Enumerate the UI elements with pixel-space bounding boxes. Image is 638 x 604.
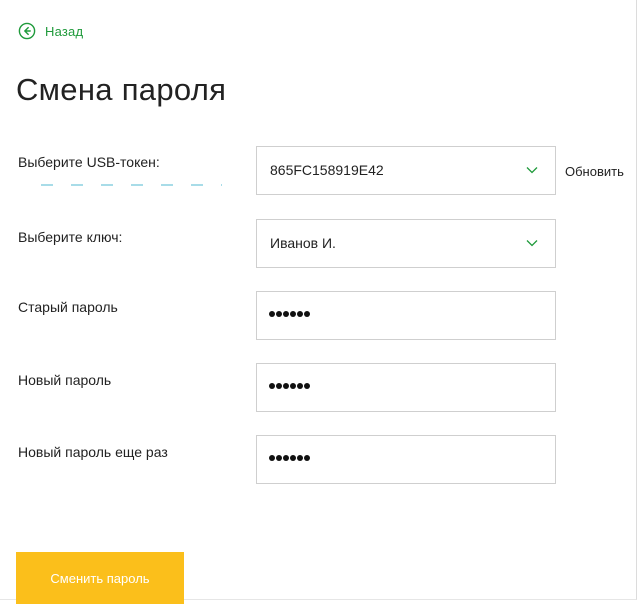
arrow-left-circle-icon — [18, 22, 36, 40]
password-dot — [290, 311, 296, 317]
password-dot — [269, 455, 275, 461]
password-dot — [276, 455, 282, 461]
page-title: Смена пароля — [16, 72, 227, 107]
password-change-panel: Назад Смена пароля Выберите USB-токен: 8… — [0, 0, 637, 604]
change-password-button[interactable]: Сменить пароль — [16, 552, 184, 604]
password-dot — [290, 383, 296, 389]
password-dot — [304, 311, 310, 317]
token-select[interactable]: 865FC158919E42 — [256, 146, 556, 195]
password-dot — [290, 455, 296, 461]
password-dot — [297, 455, 303, 461]
back-label: Назад — [45, 23, 84, 39]
masked-password — [269, 455, 310, 461]
password-dot — [283, 455, 289, 461]
password-dot — [269, 311, 275, 317]
password-dot — [304, 383, 310, 389]
key-label: Выберите ключ: — [18, 229, 123, 245]
masked-password — [269, 383, 310, 389]
key-select-value: Иванов И. — [270, 235, 336, 251]
password-dot — [283, 383, 289, 389]
new-password-repeat-label: Новый пароль еще раз — [18, 444, 168, 460]
password-dot — [297, 383, 303, 389]
new-password-field[interactable] — [256, 363, 556, 412]
chevron-down-icon — [526, 167, 538, 174]
masked-password — [269, 311, 310, 317]
token-label: Выберите USB-токен: — [18, 154, 160, 170]
password-dot — [304, 455, 310, 461]
token-select-value: 865FC158919E42 — [270, 162, 384, 178]
password-dot — [283, 311, 289, 317]
password-dot — [276, 383, 282, 389]
key-select[interactable]: Иванов И. — [256, 219, 556, 268]
new-password-repeat-field[interactable] — [256, 435, 556, 484]
back-link[interactable]: Назад — [18, 22, 83, 40]
old-password-label: Старый пароль — [18, 299, 118, 315]
refresh-button[interactable]: Обновить — [565, 164, 624, 179]
password-dot — [297, 311, 303, 317]
password-dot — [276, 311, 282, 317]
old-password-field[interactable] — [256, 291, 556, 340]
chevron-down-icon — [526, 240, 538, 247]
new-password-label: Новый пароль — [18, 372, 112, 388]
decorative-dotted-line — [32, 184, 222, 186]
password-dot — [269, 383, 275, 389]
